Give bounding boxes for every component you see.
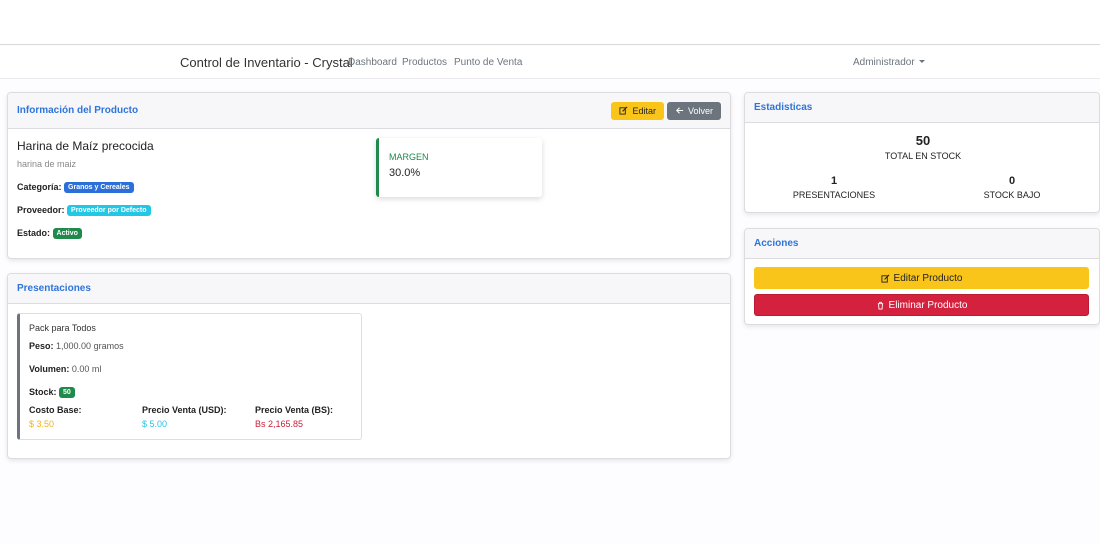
actions-header: Acciones — [745, 229, 1099, 259]
actions-buttons: Editar Producto Eliminar Producto — [754, 267, 1099, 316]
usd-column: Precio Venta (USD): $ 5.00 — [142, 405, 227, 429]
weight-value: 1,000.00 gramos — [56, 341, 124, 351]
low-stock-stat: 0 STOCK BAJO — [923, 175, 1099, 200]
user-name: Administrador — [853, 57, 915, 68]
volume-label: Volumen: — [29, 364, 70, 374]
delete-product-label: Eliminar Producto — [888, 299, 968, 311]
category-label: Categoría: — [17, 182, 62, 192]
edit-button-label: Editar — [632, 105, 656, 116]
product-name: Harina de Maíz precocida — [17, 139, 154, 153]
provider-badge: Proveedor por Defecto — [67, 205, 151, 216]
product-description: harina de maiz — [17, 159, 77, 169]
presentation-name: Pack para Todos — [29, 323, 96, 333]
provider-row: Proveedor: Proveedor por Defecto — [17, 205, 151, 216]
total-stock-stat: 50 TOTAL EN STOCK — [745, 133, 1099, 161]
stats-card: Estadisticas 50 TOTAL EN STOCK 1 PRESENT… — [744, 92, 1100, 213]
usd-label: Precio Venta (USD): — [142, 405, 227, 415]
nav-link-punto-de-venta[interactable]: Punto de Venta — [454, 57, 522, 68]
back-button[interactable]: Volver — [666, 101, 721, 120]
brand-title[interactable]: Control de Inventario - Crystal — [180, 55, 353, 70]
status-badge: Activo — [52, 228, 82, 239]
edit-button[interactable]: Editar — [611, 101, 664, 120]
user-dropdown[interactable]: Administrador — [853, 57, 925, 68]
presentations-count: 1 — [830, 175, 838, 187]
bs-label: Precio Venta (BS): — [255, 405, 334, 415]
back-button-label: Volver — [687, 105, 713, 116]
chevron-down-icon — [918, 60, 925, 63]
cost-label: Costo Base: — [29, 405, 82, 415]
presentations-title: Presentaciones — [17, 283, 91, 294]
margin-card: MARGEN 30.0% — [376, 138, 542, 197]
presentations-header: Presentaciones — [8, 274, 730, 304]
volume-value: 0.00 ml — [71, 364, 102, 374]
cost-column: Costo Base: $ 3.50 — [29, 405, 82, 429]
bs-column: Precio Venta (BS): Bs 2,165.85 — [255, 405, 333, 429]
edit-icon — [619, 106, 628, 115]
product-info-title: Información del Producto — [17, 105, 139, 116]
weight-row: Peso: 1,000.00 gramos — [29, 341, 124, 351]
stock-badge: 50 — [59, 387, 75, 398]
edit-icon — [880, 274, 890, 283]
category-row: Categoría: Granos y Cereales — [17, 182, 134, 193]
stock-label: Stock: — [29, 387, 57, 397]
product-info-header: Información del Producto Editar Volver — [8, 93, 730, 129]
total-stock-value: 50 — [915, 133, 931, 148]
margin-label: MARGEN — [389, 152, 429, 162]
nav-link-productos[interactable]: Productos — [402, 57, 447, 68]
low-stock-value: 0 — [1008, 175, 1016, 187]
trash-icon — [877, 301, 883, 310]
margin-value: 30.0% — [389, 167, 421, 179]
stats-header: Estadisticas — [745, 93, 1099, 123]
total-stock-label: TOTAL EN STOCK — [884, 151, 962, 161]
presentation-item: Pack para Todos Peso: 1,000.00 gramos Vo… — [17, 313, 362, 440]
weight-label: Peso: — [29, 341, 54, 351]
provider-label: Proveedor: — [17, 205, 65, 215]
edit-product-button[interactable]: Editar Producto — [754, 267, 1089, 289]
bs-value: Bs 2,165.85 — [255, 419, 304, 429]
actions-title: Acciones — [754, 238, 799, 249]
status-row: Estado: Activo — [17, 228, 82, 239]
presentations-card: Presentaciones Pack para Todos Peso: 1,0… — [7, 273, 731, 459]
usd-value: $ 5.00 — [142, 419, 168, 429]
top-blank-bar — [0, 0, 1100, 45]
nav-link-dashboard[interactable]: Dashboard — [348, 57, 397, 68]
status-label: Estado: — [17, 228, 51, 238]
volume-row: Volumen: 0.00 ml — [29, 364, 101, 374]
actions-card: Acciones Editar Producto Eliminar Produc… — [744, 228, 1100, 325]
delete-product-button[interactable]: Eliminar Producto — [754, 294, 1089, 316]
arrow-left-icon — [676, 107, 684, 114]
stats-title: Estadisticas — [754, 102, 813, 113]
edit-product-label: Editar Producto — [893, 272, 963, 284]
low-stock-label: STOCK BAJO — [983, 190, 1041, 200]
stock-row: Stock: 50 — [29, 387, 75, 398]
product-summary: Harina de Maíz precocida harina de maiz — [17, 139, 154, 169]
category-badge: Granos y Cereales — [64, 182, 134, 193]
presentations-count-label: PRESENTACIONES — [792, 190, 876, 200]
cost-value: $ 3.50 — [29, 419, 55, 429]
presentations-stat: 1 PRESENTACIONES — [745, 175, 923, 200]
navbar: Control de Inventario - Crystal Dashboar… — [0, 46, 1100, 79]
product-info-card: Información del Producto Editar Volver H… — [7, 92, 731, 259]
